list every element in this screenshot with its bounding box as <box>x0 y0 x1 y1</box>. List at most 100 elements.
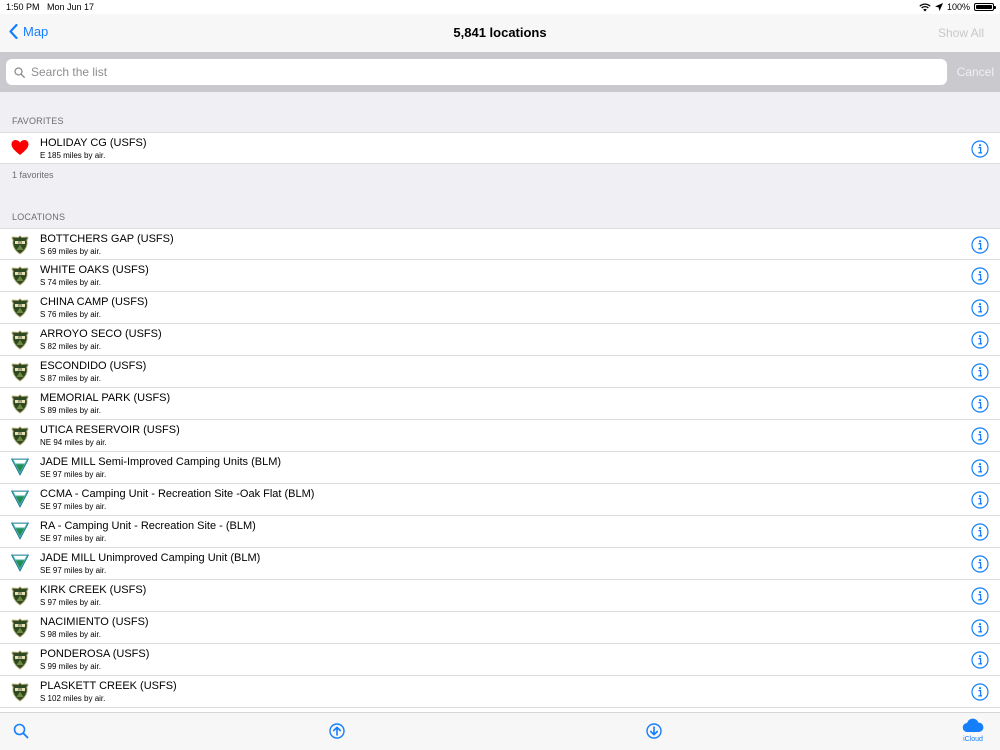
icloud-button[interactable]: iCloud <box>962 718 984 743</box>
info-icon[interactable] <box>971 683 989 701</box>
heart-icon <box>11 139 29 159</box>
cancel-button[interactable]: Cancel <box>957 65 994 79</box>
status-right: 100% <box>919 0 996 14</box>
list-item[interactable]: US BOTTCHERS GAP (USFS) S 69 miles by air. <box>0 228 1000 260</box>
usfs-shield-icon: US <box>11 330 29 350</box>
battery-icon <box>974 3 996 11</box>
usfs-shield-icon: US <box>11 266 29 286</box>
battery-percent: 100% <box>946 2 970 12</box>
svg-text:US: US <box>18 304 22 308</box>
location-name: KIRK CREEK (USFS) <box>40 584 147 596</box>
location-distance: SE 97 miles by air. <box>40 502 107 511</box>
list-item[interactable]: US PONDEROSA (USFS) S 99 miles by air. <box>0 644 1000 676</box>
location-distance: S 98 miles by air. <box>40 630 101 639</box>
usfs-shield-icon: US <box>11 298 29 318</box>
location-name: UTICA RESERVOIR (USFS) <box>40 424 180 436</box>
location-name: ARROYO SECO (USFS) <box>40 328 162 340</box>
status-bar: 1:50 PM Mon Jun 17 100% <box>0 0 1000 14</box>
search-toolbar-button[interactable] <box>13 723 29 744</box>
svg-text:US: US <box>18 400 22 404</box>
svg-text:US: US <box>18 241 22 245</box>
svg-text:US: US <box>18 624 22 628</box>
location-name: PONDEROSA (USFS) <box>40 648 150 660</box>
arrow-down-circle-icon <box>646 723 662 739</box>
location-name: CHINA CAMP (USFS) <box>40 296 148 308</box>
info-icon[interactable] <box>971 395 989 413</box>
navigation-bar: Map 5,841 locations Show All <box>0 14 1000 52</box>
location-distance: S 89 miles by air. <box>40 406 101 415</box>
info-icon[interactable] <box>971 555 989 573</box>
list-item[interactable]: JADE MILL Semi-Improved Camping Units (B… <box>0 452 1000 484</box>
locations-rows: US BOTTCHERS GAP (USFS) S 69 miles by air.… <box>0 228 1000 712</box>
usfs-shield-icon: US <box>11 618 29 638</box>
info-icon[interactable] <box>971 523 989 541</box>
search-icon <box>13 723 29 739</box>
list-item[interactable]: US NACIMIENTO (USFS) S 98 miles by air. <box>0 612 1000 644</box>
location-distance: S 97 miles by air. <box>40 598 101 607</box>
location-distance: SE 97 miles by air. <box>40 534 107 543</box>
locations-header-label: LOCATIONS <box>12 212 66 222</box>
location-distance: S 102 miles by air. <box>40 694 106 703</box>
location-name: CCMA - Camping Unit - Recreation Site -O… <box>40 488 315 500</box>
list-item[interactable]: JADE MILL Unimproved Camping Unit (BLM) S… <box>0 548 1000 580</box>
list-item[interactable]: US UTICA RESERVOIR (USFS) NE 94 miles by a… <box>0 420 1000 452</box>
scroll-down-button[interactable] <box>646 723 662 744</box>
list-item[interactable]: US CHINA CAMP (USFS) S 76 miles by air. <box>0 292 1000 324</box>
arrow-up-circle-icon <box>329 723 345 739</box>
favorites-rows: HOLIDAY CG (USFS) E 185 miles by air. <box>0 132 1000 164</box>
list-item[interactable]: US WHITE OAKS (USFS) S 74 miles by air. <box>0 260 1000 292</box>
info-icon[interactable] <box>971 459 989 477</box>
show-all-button[interactable]: Show All <box>938 26 984 40</box>
list-item[interactable]: US ESCONDIDO (USFS) S 87 miles by air. <box>0 356 1000 388</box>
blm-triangle-icon <box>10 458 30 478</box>
list-item[interactable]: RA - Camping Unit - Recreation Site - (B… <box>0 516 1000 548</box>
location-name: MEMORIAL PARK (USFS) <box>40 392 171 404</box>
usfs-shield-icon: US <box>11 682 29 702</box>
info-icon[interactable] <box>971 427 989 445</box>
search-icon <box>14 66 25 78</box>
usfs-shield-icon: US <box>11 362 29 382</box>
info-icon[interactable] <box>971 651 989 669</box>
search-bar: Cancel <box>0 52 1000 92</box>
location-distance: NE 94 miles by air. <box>40 438 107 447</box>
location-name: JADE MILL Semi-Improved Camping Units (B… <box>40 456 282 468</box>
favorites-header-label: FAVORITES <box>12 116 64 126</box>
usfs-shield-icon: US <box>11 650 29 670</box>
blm-triangle-icon <box>10 554 30 574</box>
info-icon[interactable] <box>971 491 989 509</box>
info-icon[interactable] <box>971 299 989 317</box>
location-name: RA - Camping Unit - Recreation Site - (B… <box>40 520 256 532</box>
list-item[interactable]: CCMA - Camping Unit - Recreation Site -O… <box>0 484 1000 516</box>
location-name: BOTTCHERS GAP (USFS) <box>40 233 174 245</box>
info-icon[interactable] <box>971 140 989 158</box>
list-item[interactable]: US ARROYO SECO (USFS) S 82 miles by air. <box>0 324 1000 356</box>
location-distance: S 69 miles by air. <box>40 247 101 256</box>
info-icon[interactable] <box>971 363 989 381</box>
info-icon[interactable] <box>971 619 989 637</box>
list-item[interactable]: US MEMORIAL PARK (USFS) S 89 miles by air. <box>0 388 1000 420</box>
favorites-header: FAVORITES <box>0 92 1000 132</box>
favorites-footer: 1 favorites <box>0 164 1000 188</box>
status-date: Mon Jun 17 <box>47 2 95 12</box>
info-icon[interactable] <box>971 267 989 285</box>
locations-list[interactable]: FAVORITES HOLIDAY CG (USFS) E 185 miles b… <box>0 92 1000 712</box>
svg-text:US: US <box>18 688 22 692</box>
location-distance: S 87 miles by air. <box>40 374 101 383</box>
usfs-shield-icon: US <box>11 235 29 255</box>
svg-text:US: US <box>18 336 22 340</box>
list-item[interactable]: US KIRK CREEK (USFS) S 97 miles by air. <box>0 580 1000 612</box>
location-name: WHITE OAKS (USFS) <box>40 264 149 276</box>
location-distance: S 82 miles by air. <box>40 342 101 351</box>
svg-text:US: US <box>18 592 22 596</box>
search-input[interactable] <box>31 65 911 79</box>
info-icon[interactable] <box>971 331 989 349</box>
info-icon[interactable] <box>971 587 989 605</box>
location-distance: S 76 miles by air. <box>40 310 101 319</box>
scroll-up-button[interactable] <box>329 723 345 744</box>
list-item[interactable]: US PLASKETT CREEK (USFS) S 102 miles by ai… <box>0 676 1000 708</box>
list-item[interactable]: HOLIDAY CG (USFS) E 185 miles by air. <box>0 132 1000 164</box>
location-name: JADE MILL Unimproved Camping Unit (BLM) <box>40 552 261 564</box>
search-field[interactable] <box>6 59 947 85</box>
info-icon[interactable] <box>971 236 989 254</box>
page-title: 5,841 locations <box>453 25 547 40</box>
